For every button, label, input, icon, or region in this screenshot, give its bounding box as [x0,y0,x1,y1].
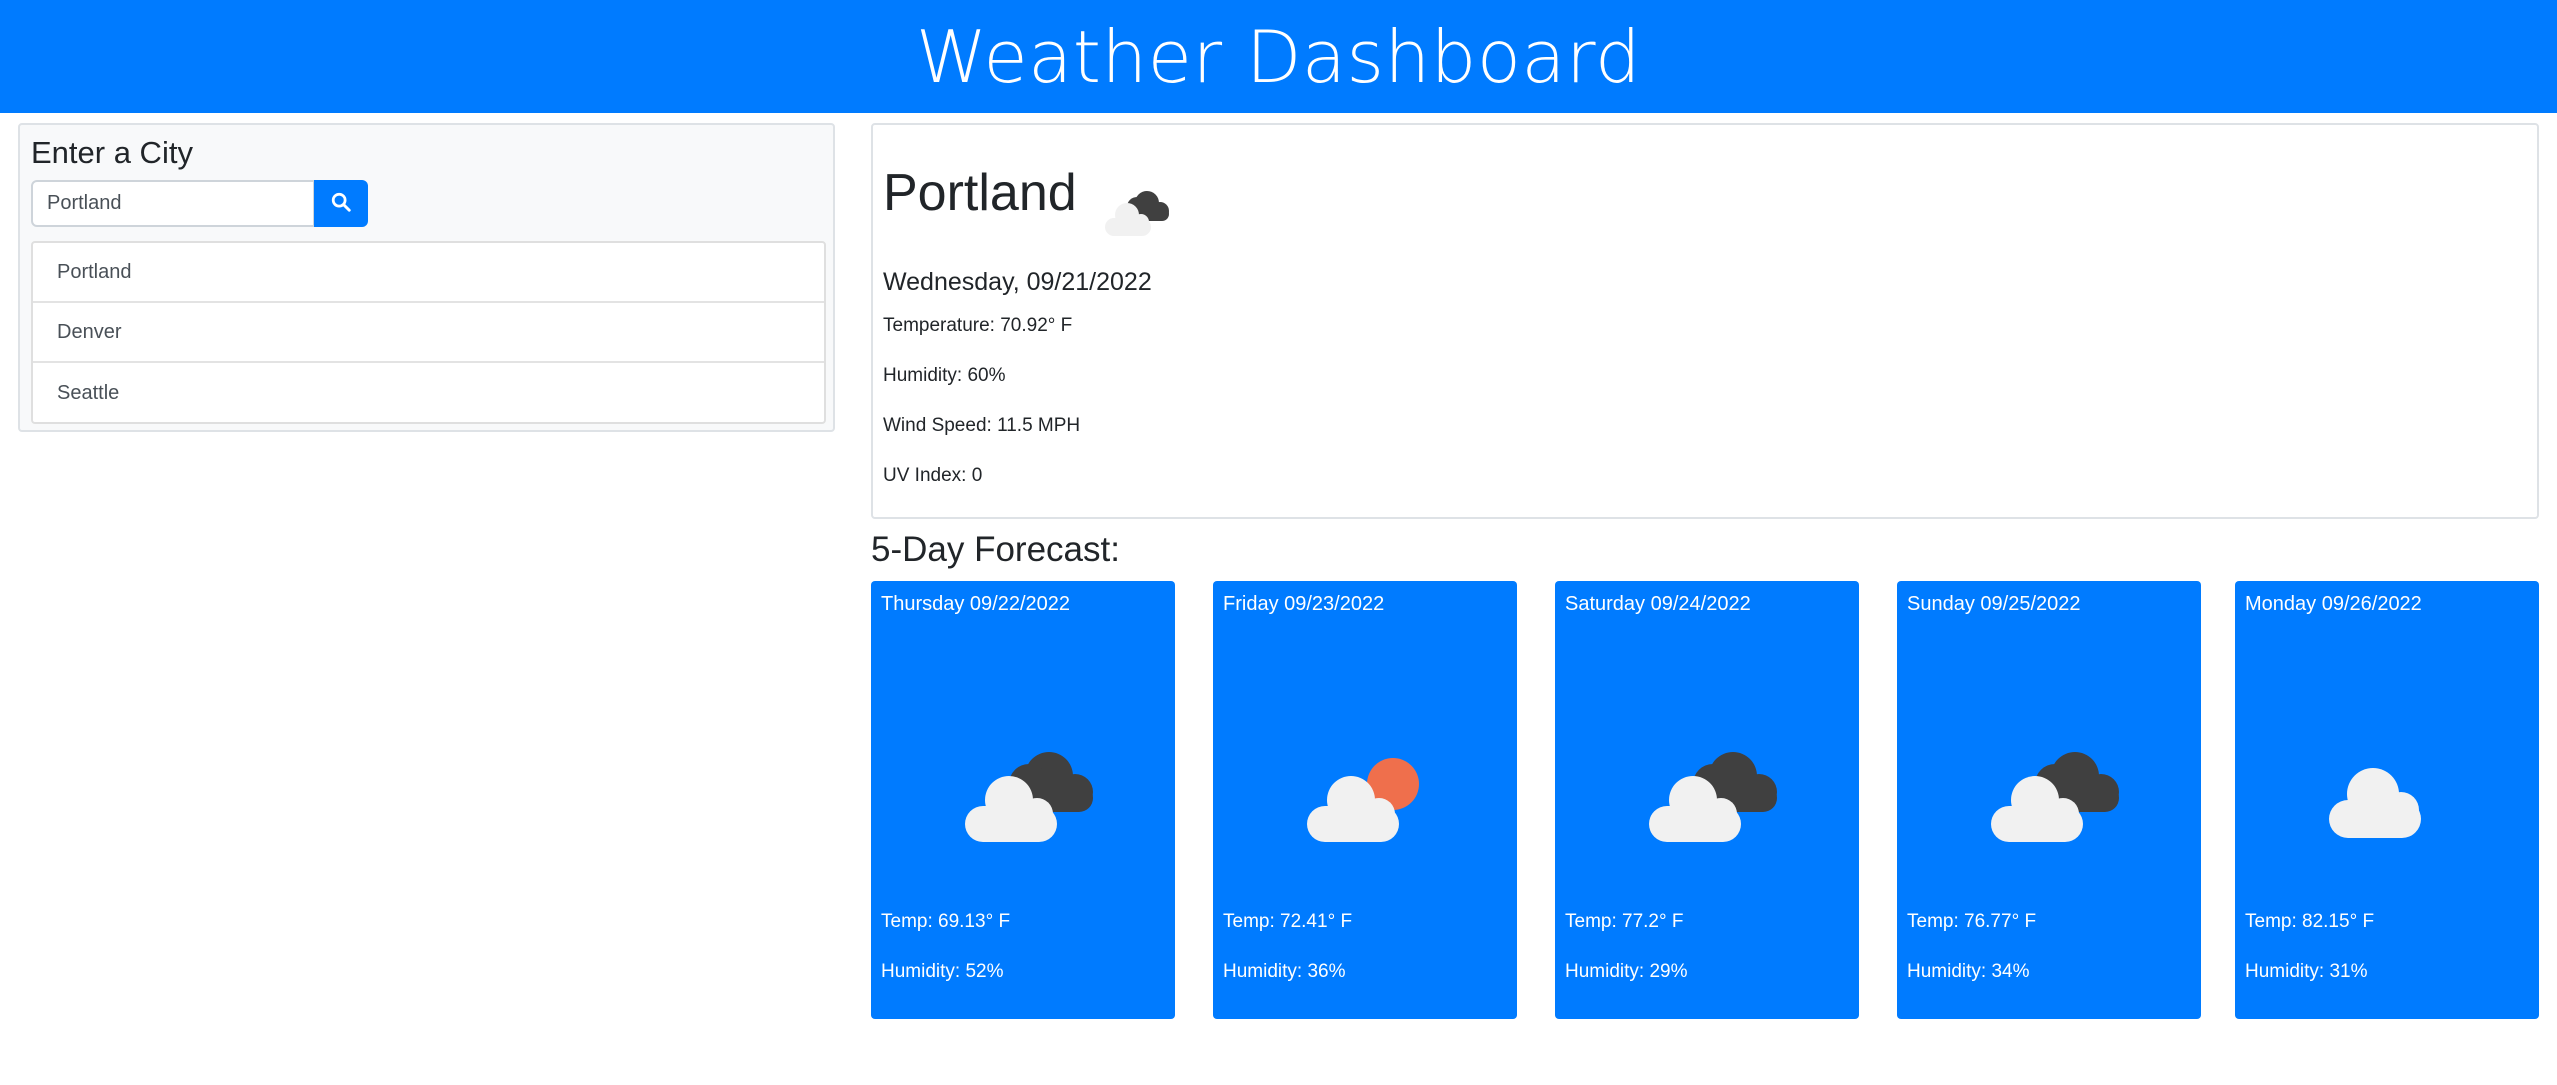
forecast-date: Friday 09/23/2022 [1223,593,1385,615]
current-uv-index: UV Index: 0 [883,465,983,486]
forecast-temp: Temp: 69.13° F [881,911,1011,932]
forecast-card: Thursday 09/22/2022 Temp: 69.13° F Humid… [871,581,1175,1019]
forecast-card: Saturday 09/24/2022 Temp: 77.2° F Humidi… [1555,581,1859,1019]
current-humidity: Humidity: 60% [883,365,1006,386]
cloud-icon [2285,696,2485,901]
forecast-humidity: Humidity: 29% [1565,961,1688,982]
broken-clouds-icon [1947,696,2147,901]
app-header: Weather Dashboard [0,0,2557,113]
forecast-humidity: Humidity: 52% [881,961,1004,982]
forecast-humidity: Humidity: 36% [1223,961,1346,982]
history-item-denver[interactable]: Denver [33,303,824,363]
city-search-input[interactable] [31,180,315,227]
search-history-list: Portland Denver Seattle [31,241,826,424]
forecast-date: Sunday 09/25/2022 [1907,593,2081,615]
search-button[interactable] [314,180,368,227]
search-panel: Enter a City Portland Denver Seattle [18,123,835,432]
current-date: Wednesday, 09/21/2022 [883,268,1152,296]
forecast-card: Friday 09/23/2022 Temp: 72.41° F Humidit… [1213,581,1517,1019]
current-city-name: Portland [883,164,1077,222]
few-clouds-icon [1263,696,1463,901]
current-temperature: Temperature: 70.92° F [883,315,1073,336]
broken-clouds-icon [1605,696,1805,901]
forecast-humidity: Humidity: 31% [2245,961,2368,982]
search-icon [330,191,352,216]
forecast-temp: Temp: 82.15° F [2245,911,2375,932]
broken-clouds-icon [1083,163,1183,268]
forecast-date: Thursday 09/22/2022 [881,593,1071,615]
history-item-portland[interactable]: Portland [33,243,824,303]
forecast-humidity: Humidity: 34% [1907,961,2030,982]
history-item-seattle[interactable]: Seattle [33,363,824,423]
forecast-temp: Temp: 77.2° F [1565,911,1684,932]
forecast-card: Monday 09/26/2022 Temp: 82.15° F Humidit… [2235,581,2539,1019]
forecast-temp: Temp: 72.41° F [1223,911,1353,932]
forecast-temp: Temp: 76.77° F [1907,911,2037,932]
current-wind-speed: Wind Speed: 11.5 MPH [883,415,1081,436]
forecast-date: Saturday 09/24/2022 [1565,593,1751,615]
broken-clouds-icon [921,696,1121,901]
forecast-title: 5-Day Forecast: [871,530,1120,569]
forecast-date: Monday 09/26/2022 [2245,593,2422,615]
forecast-card: Sunday 09/25/2022 Temp: 76.77° F Humidit… [1897,581,2201,1019]
search-title: Enter a City [31,135,193,170]
page-title: Weather Dashboard [915,14,1642,99]
current-weather-card: Portland Wednesday, 09/21/2022 Temperatu… [871,123,2539,519]
